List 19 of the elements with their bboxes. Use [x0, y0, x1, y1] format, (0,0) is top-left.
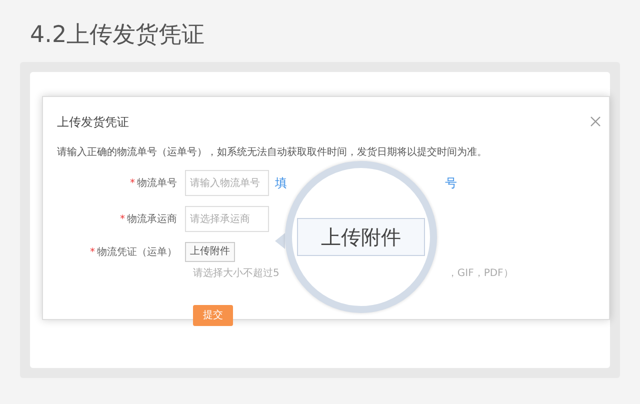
required-mark: *: [90, 246, 95, 258]
input-field[interactable]: 请选择承运商: [185, 206, 269, 232]
submit-button[interactable]: 提交: [193, 305, 233, 326]
hint-text: ，GIF，PDF）: [447, 267, 514, 281]
upload-button[interactable]: 上传附件: [297, 218, 425, 256]
field-label: 物流单号: [137, 178, 177, 188]
page-title: 4.2上传发货凭证: [29, 21, 206, 50]
field-label: 物流承运商: [127, 214, 177, 224]
input-field[interactable]: 请输入物流单号: [185, 170, 269, 196]
close-icon[interactable]: [590, 116, 601, 128]
link-text[interactable]: 填: [275, 174, 287, 192]
instruction-text: 请输入正确的物流单号（运单号），如系统无法自动获取取件时间，发货日期将以提交时间为准。: [57, 146, 488, 160]
hint-text: 请选择大小不超过5: [193, 266, 280, 281]
link-text[interactable]: 号: [445, 174, 457, 192]
dialog-title: 上传发货凭证: [57, 114, 129, 131]
required-mark: *: [130, 178, 135, 188]
upload-button[interactable]: 上传附件: [185, 242, 235, 262]
field-label: 物流凭证（运单）: [97, 246, 177, 258]
required-mark: *: [120, 214, 125, 224]
